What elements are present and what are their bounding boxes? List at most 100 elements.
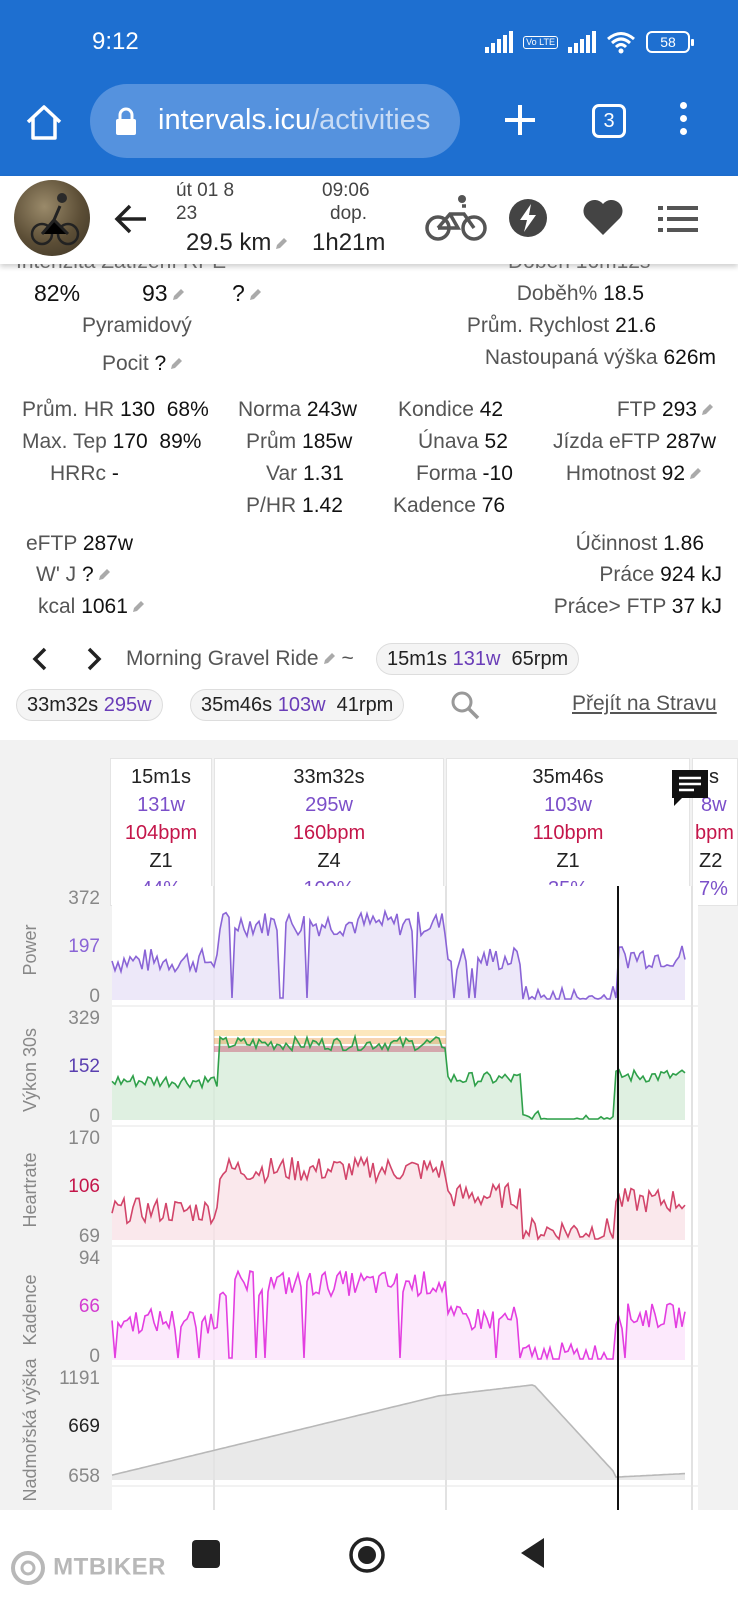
interval-card[interactable]: 15m1s 131w 104bpm Z1 44% — [110, 758, 212, 906]
recent-apps-button[interactable] — [192, 1540, 220, 1568]
activity-date-line2: 23 — [176, 203, 198, 224]
new-tab-icon[interactable] — [500, 100, 540, 140]
tab-count-button[interactable]: 3 — [592, 104, 626, 138]
heart-icon[interactable] — [582, 198, 624, 238]
back-button[interactable] — [518, 1536, 548, 1570]
ride-name[interactable]: Morning Gravel Ride ~ — [126, 647, 354, 671]
list-icon[interactable] — [658, 202, 698, 236]
status-icons: Vo LTE 58 — [485, 30, 694, 54]
feel-stat[interactable]: Pocit ? — [102, 352, 183, 376]
search-icon[interactable] — [450, 690, 480, 720]
var-stat: Var 1.31 — [266, 462, 344, 485]
work-above-ftp-stat: Práce> FTP 37 kJ — [553, 595, 722, 618]
intensity-value: 82% — [34, 280, 81, 306]
ride-eftp-stat: Jízda eFTP 287w — [552, 430, 716, 453]
kcal-stat[interactable]: kcal 1061 — [38, 595, 145, 619]
y-tick-label: 197 — [68, 936, 100, 957]
avg-hr-stat: Prům. HR 130 68% — [22, 398, 209, 421]
interval-card[interactable]: 35m46s 103w 110bpm Z1 35% — [446, 758, 690, 906]
power-zone-band — [214, 1030, 446, 1036]
y-tick-label: 329 — [68, 1008, 100, 1029]
y-tick-label: 0 — [89, 1106, 100, 1127]
phr-stat: P/HR 1.42 — [246, 494, 343, 517]
load-value[interactable]: 93 — [142, 280, 185, 307]
url-host: intervals.icu — [158, 104, 312, 136]
activity-distance[interactable]: 29.5 km — [186, 229, 288, 257]
y-axis-label: Výkon 30s — [20, 1028, 40, 1112]
y-tick-label: 669 — [68, 1416, 100, 1437]
volte-icon: Vo LTE — [523, 35, 558, 49]
battery-icon: 58 — [646, 31, 694, 53]
lightning-icon[interactable] — [508, 198, 548, 238]
activity-start-time: 09:06 — [322, 180, 370, 201]
interval-chip[interactable]: 33m32s 295w — [16, 689, 163, 721]
activity-start-ampm: dop. — [330, 203, 367, 224]
lock-icon — [116, 107, 136, 135]
comment-icon[interactable] — [670, 768, 710, 808]
y-axis-label: Power — [20, 924, 40, 975]
ftp-stat[interactable]: FTP 293 — [617, 398, 714, 422]
avg-speed-stat: Prům. Rychlost 21.6 — [466, 314, 656, 337]
wj-stat[interactable]: W' J ? — [36, 563, 111, 587]
overflow-menu-icon[interactable] — [676, 102, 690, 142]
edit-icon — [702, 404, 713, 416]
y-axis-label: Nadmořská výška — [20, 1357, 40, 1501]
fitness-stat: Kondice 42 — [398, 398, 504, 421]
y-axis-label: Kadence — [20, 1274, 40, 1345]
url-text: intervals.icu/activities — [158, 104, 430, 137]
y-tick-label: 372 — [68, 888, 100, 909]
activity-header: út 01 8 23 29.5 km 09:06 dop. 1h21m — [0, 176, 738, 264]
edit-icon — [172, 288, 184, 300]
norm-power-stat: Norma 243w — [238, 398, 358, 421]
status-time: 9:12 — [92, 28, 139, 55]
mtbiker-logo-icon — [11, 1551, 45, 1585]
url-bar[interactable]: intervals.icu/activities — [90, 84, 460, 158]
edit-icon — [171, 358, 183, 370]
y-tick-label: 0 — [89, 1346, 100, 1367]
edit-icon — [132, 601, 144, 613]
hrrc-stat: HRRc - — [50, 462, 119, 485]
edit-icon — [98, 569, 110, 581]
interval-chip[interactable]: 15m1s 131w 65rpm — [376, 643, 580, 675]
back-arrow-icon[interactable] — [112, 200, 150, 238]
home-icon[interactable] — [24, 102, 64, 142]
work-stat: Práce 924 kJ — [599, 563, 722, 586]
rpe-value[interactable]: ? — [232, 280, 262, 307]
edit-icon — [690, 468, 701, 480]
activity-duration: 1h21m — [312, 229, 386, 256]
y-tick-label: 0 — [89, 986, 100, 1007]
workout-type: Pyramidový — [82, 314, 192, 337]
signal-icon — [485, 31, 514, 53]
y-tick-label: 170 — [68, 1128, 100, 1149]
bike-tab-icon[interactable] — [420, 190, 492, 248]
eftp-stat: eFTP 287w — [26, 532, 134, 555]
home-button[interactable] — [348, 1536, 386, 1574]
y-tick-label: 69 — [79, 1226, 100, 1247]
y-tick-label: 106 — [68, 1176, 100, 1197]
form-stat: Forma -10 — [416, 462, 513, 485]
interval-card[interactable]: 33m32s 295w 160bpm Z4 100% — [214, 758, 444, 906]
mtbiker-watermark: MTBIKER — [10, 1550, 166, 1586]
y-tick-label: 152 — [68, 1056, 100, 1077]
cadence-stat: Kadence 76 — [393, 494, 506, 517]
edit-icon — [276, 237, 288, 249]
fatigue-stat: Únava 52 — [418, 430, 508, 453]
chevron-left-icon[interactable] — [30, 646, 50, 672]
interval-chip[interactable]: 35m46s 103w 41rpm — [190, 689, 405, 721]
chevron-right-icon[interactable] — [84, 646, 104, 672]
weight-stat[interactable]: Hmotnost 92 — [566, 462, 702, 486]
strava-link[interactable]: Přejít na Stravu — [572, 692, 717, 716]
coast-pct-stat: Doběh% 18.5 — [516, 282, 644, 305]
signal-icon-2 — [568, 31, 596, 53]
climb-stat: Nastoupaná výška 626m — [484, 346, 716, 369]
avatar[interactable] — [14, 180, 90, 256]
edit-icon — [323, 653, 335, 665]
y-tick-label: 658 — [68, 1466, 100, 1487]
browser-chrome: 9:12 Vo LTE 58 intervals.icu/activities … — [0, 0, 738, 176]
y-tick-label: 66 — [79, 1296, 100, 1317]
activity-charts[interactable]: Power 372 197 0 Výkon 30s 329 152 0 Heartrate 170… — [0, 886, 738, 1510]
max-hr-stat: Max. Tep 170 89% — [22, 430, 202, 453]
edit-icon — [249, 288, 261, 300]
activity-date[interactable]: út 01 8 — [176, 180, 234, 202]
y-tick-label: 1191 — [59, 1368, 100, 1389]
